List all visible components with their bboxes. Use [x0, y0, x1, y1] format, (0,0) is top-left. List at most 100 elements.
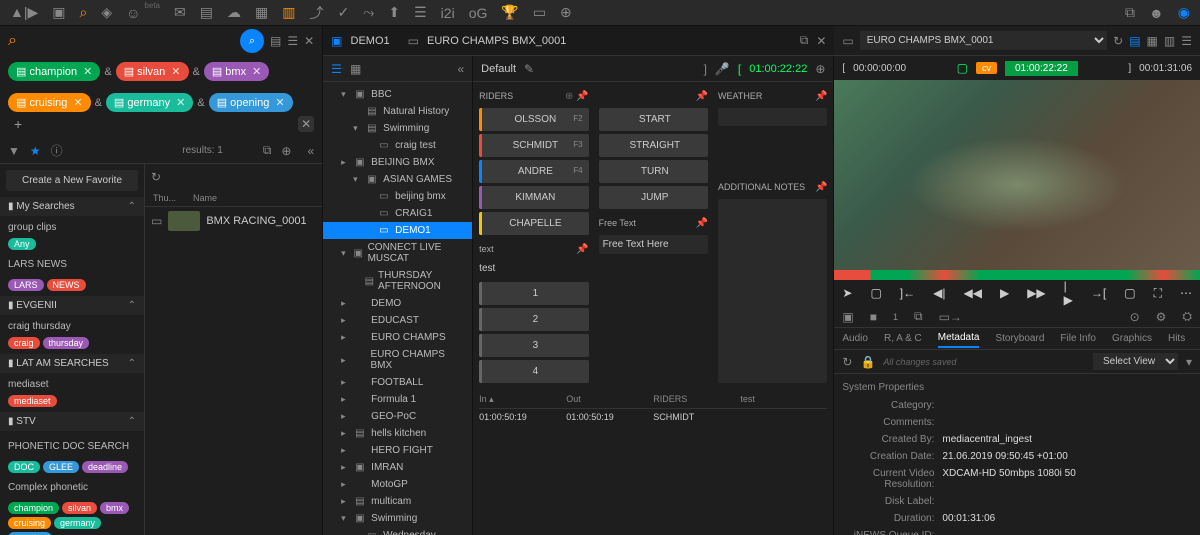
grid-view-icon[interactable]: ▦ [350, 62, 361, 76]
clear-tags-button[interactable]: ✕ [298, 116, 314, 132]
tree-item[interactable]: ▾▤Swimming [323, 120, 472, 137]
search-tag[interactable]: ▤ cruising ✕ [8, 93, 91, 112]
search-input[interactable]: ⌕ [8, 32, 234, 50]
rewind-icon[interactable]: ◀◀ [964, 286, 982, 300]
sidebar-item[interactable]: mediaset [8, 376, 136, 393]
tree-item[interactable]: ▾▣BBC [323, 86, 472, 103]
tree-item[interactable]: ▸EDUCAST [323, 312, 472, 329]
folder-icon[interactable]: ▣ [52, 4, 65, 21]
weather-dropdown[interactable] [718, 108, 827, 126]
sidebar-item[interactable]: group clips [8, 219, 136, 236]
goto-out-icon[interactable]: →[ [1091, 286, 1106, 300]
chat2-icon[interactable]: ☁ [227, 4, 241, 21]
metadata-tab[interactable]: Metadata [938, 329, 980, 348]
tree-item[interactable]: ▭beijing bmx [323, 188, 472, 205]
gear-icon[interactable]: ⚙ [1156, 310, 1167, 324]
play-icon[interactable]: ▶ [1000, 286, 1009, 300]
sidebar-section-header[interactable]: ▮ LAT AM SEARCHES⌃ [0, 354, 144, 373]
globe-icon[interactable]: ◉ [1178, 4, 1190, 21]
number-button[interactable]: 2 [479, 308, 588, 331]
collapse-icon[interactable]: « [457, 62, 464, 76]
tree-item[interactable]: ▾▣Swimming [323, 510, 472, 527]
goto-in-icon[interactable]: ]← [900, 286, 915, 300]
folder-icon[interactable]: ▣ [331, 34, 342, 48]
tree-item[interactable]: ▸HERO FIGHT [323, 442, 472, 459]
layout2-icon[interactable]: ▦ [1147, 34, 1158, 48]
logger-icon[interactable]: ▥ [282, 4, 295, 21]
free-text-input[interactable]: Free Text Here [599, 235, 708, 254]
marker-in-icon[interactable]: [ [738, 62, 741, 76]
stop-icon[interactable]: ■ [870, 310, 877, 324]
refresh-icon[interactable]: ↻ [1113, 34, 1123, 48]
sidebar-section-header[interactable]: ▮ EVGENII⌃ [0, 296, 144, 315]
layers-icon[interactable]: ◈ [101, 4, 112, 21]
step-fwd-icon[interactable]: |▶ [1064, 279, 1073, 307]
tree-item[interactable]: ▸FOOTBALL [323, 374, 472, 391]
tree-item[interactable]: ▸Formula 1 [323, 391, 472, 408]
tree-item[interactable]: ▤THURSDAY AFTERNOON [323, 267, 472, 295]
mic-icon[interactable]: 🎤 [715, 62, 730, 76]
video-viewer[interactable] [834, 80, 1200, 270]
add-marker-icon[interactable]: ⊕ [815, 62, 825, 76]
sidebar-item[interactable]: craig thursday [8, 318, 136, 335]
chat-icon[interactable]: ✉ [174, 4, 186, 21]
text-value[interactable]: test [479, 261, 588, 276]
search-tag[interactable]: ▤ opening ✕ [209, 93, 293, 112]
target-icon[interactable]: ⊙ [1130, 310, 1140, 324]
i2i-icon[interactable]: i2i [441, 5, 455, 21]
sidebar-section-header[interactable]: ▮ STV⌃ [0, 412, 144, 431]
browse-icon[interactable]: ▤ [200, 4, 213, 21]
more-icon[interactable]: ⋯ [1180, 286, 1192, 300]
tree-item[interactable]: ▸▣BEIJING BMX [323, 154, 472, 171]
rider-button[interactable]: KIMMAN [479, 186, 588, 209]
remove-tag-icon[interactable]: ✕ [171, 65, 180, 78]
layout3-icon[interactable]: ▥ [1164, 34, 1175, 48]
pin-icon[interactable]: 📌 [576, 244, 588, 255]
tree-item[interactable]: ▾▣ASIAN GAMES [323, 171, 472, 188]
tree-item[interactable]: ▤Natural History [323, 103, 472, 120]
tab-demo1[interactable]: DEMO1 [351, 35, 390, 47]
add-icon[interactable]: ⊕ [281, 144, 291, 158]
search-tag[interactable]: ▤ bmx ✕ [204, 62, 269, 81]
upload-icon[interactable]: ⬆ [388, 4, 400, 21]
tree-item[interactable]: ▾▣CONNECT LIVE MUSCAT [323, 239, 472, 267]
tree-item[interactable]: ▭DEMO1 [323, 222, 472, 239]
remove-tag-icon[interactable]: ✕ [83, 65, 92, 78]
tree-item[interactable]: ▸EURO CHAMPS BMX [323, 346, 472, 374]
action-button[interactable]: STRAIGHT [599, 134, 708, 157]
remove-tag-icon[interactable]: ✕ [176, 96, 185, 109]
account-icon[interactable]: ☻ [1149, 5, 1164, 21]
tree-item[interactable]: ▭craig test [323, 137, 472, 154]
refresh-icon[interactable]: ↻ [842, 355, 852, 369]
trophy-icon[interactable]: 🏆 [501, 4, 518, 21]
metadata-tab[interactable]: Audio [842, 330, 868, 347]
select-view-dropdown[interactable]: Select View [1093, 353, 1178, 370]
send-icon[interactable]: ⤳ [363, 4, 374, 21]
close-icon[interactable]: ✕ [816, 34, 826, 48]
tree-item[interactable]: ▭Wednesday [323, 527, 472, 535]
timeline-scrubber[interactable] [834, 270, 1200, 280]
close-icon[interactable]: ✕ [304, 34, 314, 48]
action-button[interactable]: TURN [599, 160, 708, 183]
star-icon[interactable]: ★ [30, 144, 41, 158]
pin-icon[interactable]: 📌 [696, 218, 708, 229]
bin-icon[interactable]: ▣ [842, 310, 853, 324]
tree-item[interactable]: ▸▣IMRAN [323, 459, 472, 476]
metadata-tab[interactable]: Hits [1168, 330, 1185, 347]
pin-icon[interactable]: 📌 [815, 91, 827, 102]
remove-tag-icon[interactable]: ✕ [275, 96, 284, 109]
tab-clip[interactable]: EURO CHAMPS BMX_0001 [427, 35, 566, 47]
user-icon[interactable]: ☺ [126, 5, 140, 21]
add-tag-button[interactable]: + [8, 116, 28, 132]
fullscreen-icon[interactable]: ⛶ [1154, 286, 1162, 301]
menu-icon[interactable]: ☰ [1181, 34, 1192, 48]
monitor-icon[interactable]: ▢ [957, 61, 968, 75]
share-icon[interactable]: ⤴ [309, 3, 323, 23]
search-icon[interactable]: ⌕ [80, 4, 88, 21]
number-button[interactable]: 1 [479, 282, 588, 305]
rider-button[interactable]: SCHMIDTF3 [479, 134, 588, 157]
marker-out-icon[interactable]: ] [704, 62, 707, 76]
lock-icon[interactable]: 🔒 [860, 355, 875, 369]
panel-icon[interactable]: ▦ [255, 4, 268, 21]
template-select[interactable]: Default [481, 63, 516, 75]
